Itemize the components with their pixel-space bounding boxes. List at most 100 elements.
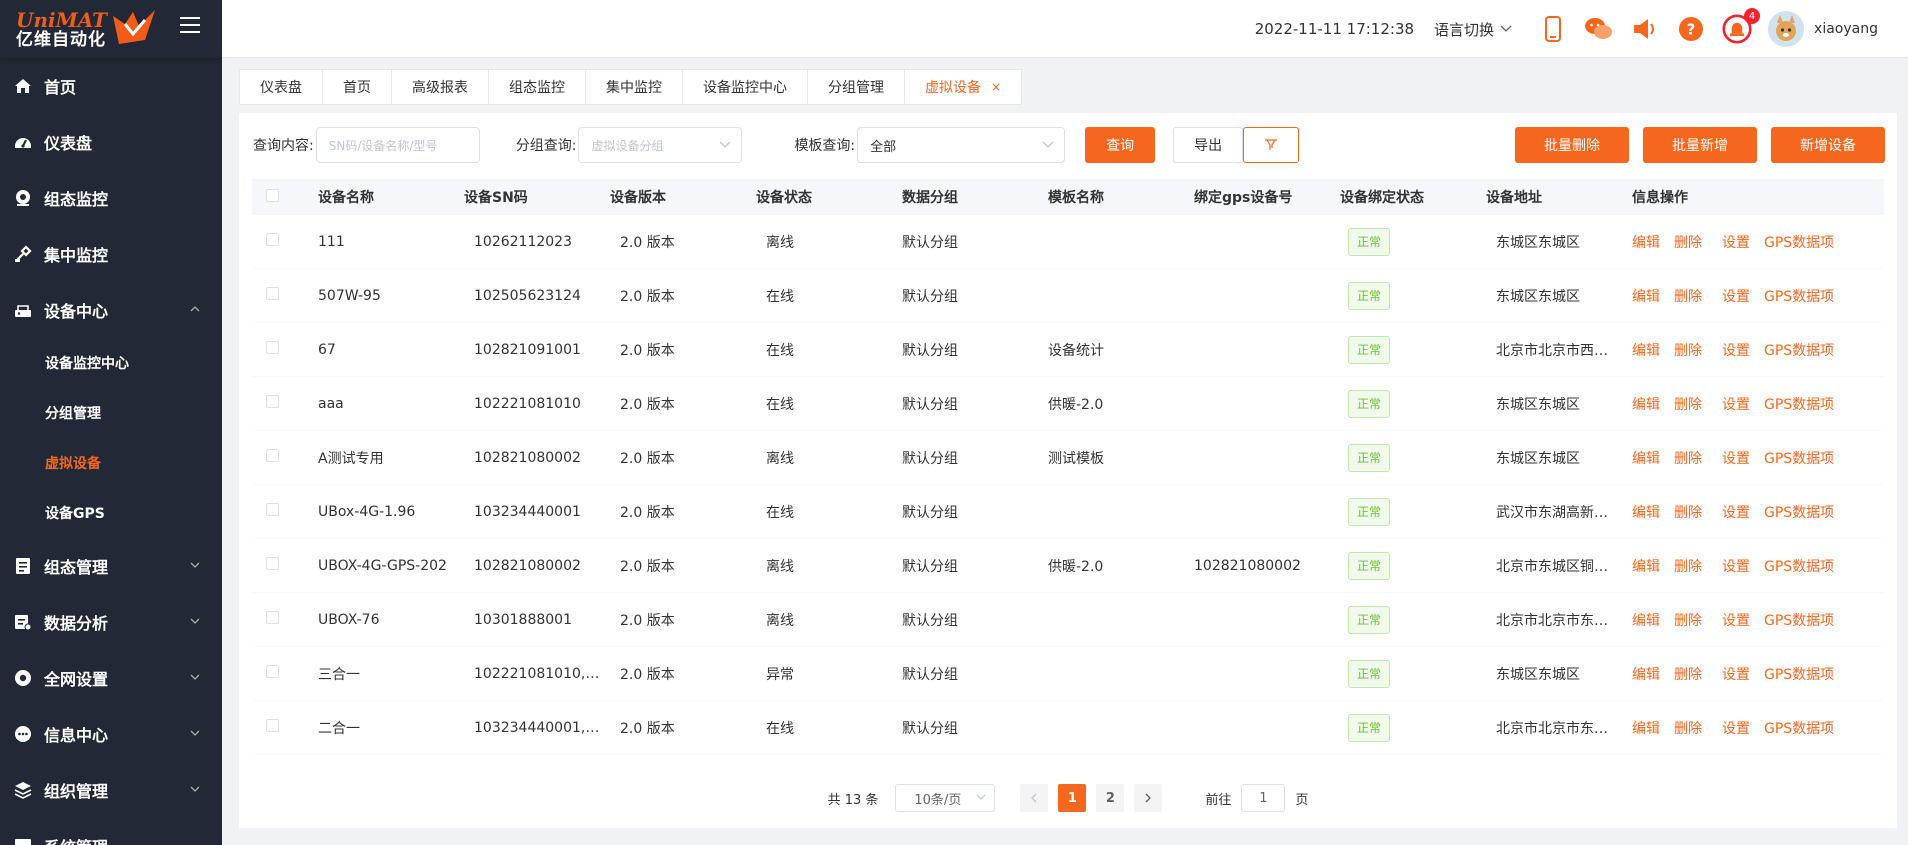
page-size-select[interactable]: 10条/页	[895, 784, 996, 812]
username[interactable]: xiaoyang	[1814, 21, 1878, 37]
edit-link[interactable]: 编辑	[1632, 340, 1660, 360]
row-checkbox[interactable]	[266, 233, 279, 246]
group-select[interactable]: 虚拟设备分组	[578, 127, 743, 163]
alarm-icon[interactable]: 4	[1722, 8, 1761, 44]
page-button-2[interactable]: 2	[1096, 784, 1125, 812]
settings-link[interactable]: 设置	[1722, 232, 1750, 252]
settings-link[interactable]: 设置	[1722, 610, 1750, 630]
sidebar-item-dashboard[interactable]: 仪表盘	[0, 114, 222, 170]
edit-link[interactable]: 编辑	[1632, 718, 1660, 738]
settings-link[interactable]: 设置	[1722, 502, 1750, 522]
gps-data-link[interactable]: GPS数据项	[1764, 232, 1834, 252]
row-checkbox[interactable]	[266, 557, 279, 570]
row-checkbox[interactable]	[266, 719, 279, 732]
edit-link[interactable]: 编辑	[1632, 286, 1660, 306]
gps-data-link[interactable]: GPS数据项	[1764, 664, 1834, 684]
language-switch[interactable]: 语言切换	[1434, 19, 1512, 40]
tab-advanced-report[interactable]: 高级报表	[392, 70, 489, 104]
sidebar-item-device-center[interactable]: 设备中心	[0, 282, 222, 338]
row-checkbox[interactable]	[266, 503, 279, 516]
menu-toggle-button[interactable]	[180, 17, 200, 33]
query-input[interactable]: SN码/设备名称/型号	[315, 127, 480, 163]
edit-link[interactable]: 编辑	[1632, 448, 1660, 468]
settings-link[interactable]: 设置	[1722, 286, 1750, 306]
sidebar-subitem-group-management[interactable]: 分组管理	[0, 388, 222, 438]
gps-data-link[interactable]: GPS数据项	[1764, 718, 1834, 738]
select-all-checkbox[interactable]	[266, 188, 279, 202]
sidebar-subitem-device-gps[interactable]: 设备GPS	[0, 488, 222, 538]
sidebar-item-message-center[interactable]: 信息中心	[0, 706, 222, 762]
tab-device-monitor-center[interactable]: 设备监控中心	[683, 70, 808, 104]
delete-link[interactable]: 删除	[1674, 556, 1702, 576]
wechat-icon[interactable]	[1584, 14, 1614, 44]
filter-button[interactable]	[1243, 127, 1300, 163]
tab-dashboard[interactable]: 仪表盘	[240, 70, 323, 104]
cell-group: 默认分组	[902, 234, 958, 251]
row-checkbox[interactable]	[266, 665, 279, 678]
sidebar-item-data-analysis[interactable]: 数据分析	[0, 594, 222, 650]
settings-link[interactable]: 设置	[1722, 718, 1750, 738]
delete-link[interactable]: 删除	[1674, 502, 1702, 522]
mobile-icon[interactable]	[1538, 14, 1568, 44]
edit-link[interactable]: 编辑	[1632, 232, 1660, 252]
delete-link[interactable]: 删除	[1674, 664, 1702, 684]
goto-page-input[interactable]: 1	[1241, 784, 1286, 812]
settings-link[interactable]: 设置	[1722, 448, 1750, 468]
gps-data-link[interactable]: GPS数据项	[1764, 286, 1834, 306]
row-checkbox[interactable]	[266, 611, 279, 624]
edit-link[interactable]: 编辑	[1632, 664, 1660, 684]
page-button-1[interactable]: 1	[1058, 784, 1087, 812]
sidebar-item-home[interactable]: 首页	[0, 58, 222, 114]
tab-group-management[interactable]: 分组管理	[808, 70, 905, 104]
next-page-button[interactable]	[1134, 784, 1163, 812]
gps-data-link[interactable]: GPS数据项	[1764, 610, 1834, 630]
add-device-button[interactable]: 新增设备	[1771, 127, 1885, 163]
row-checkbox[interactable]	[266, 449, 279, 462]
delete-link[interactable]: 删除	[1674, 340, 1702, 360]
settings-link[interactable]: 设置	[1722, 556, 1750, 576]
delete-link[interactable]: 删除	[1674, 718, 1702, 738]
gps-data-link[interactable]: GPS数据项	[1764, 448, 1834, 468]
settings-link[interactable]: 设置	[1722, 664, 1750, 684]
delete-link[interactable]: 删除	[1674, 448, 1702, 468]
edit-link[interactable]: 编辑	[1632, 394, 1660, 414]
tab-home[interactable]: 首页	[323, 70, 392, 104]
search-button[interactable]: 查询	[1085, 127, 1156, 163]
tab-virtual-device[interactable]: 虚拟设备 ×	[905, 70, 1021, 104]
prev-page-button[interactable]	[1020, 784, 1049, 812]
sidebar-subitem-device-monitor-center[interactable]: 设备监控中心	[0, 338, 222, 388]
gps-data-link[interactable]: GPS数据项	[1764, 556, 1834, 576]
edit-link[interactable]: 编辑	[1632, 556, 1660, 576]
settings-link[interactable]: 设置	[1722, 340, 1750, 360]
tab-central-monitor[interactable]: 集中监控	[586, 70, 683, 104]
sidebar-item-config-monitor[interactable]: 组态监控	[0, 170, 222, 226]
tab-config-monitor[interactable]: 组态监控	[489, 70, 586, 104]
batch-delete-button[interactable]: 批量删除	[1515, 127, 1629, 163]
sidebar-item-org-management[interactable]: 组织管理	[0, 762, 222, 818]
gps-data-link[interactable]: GPS数据项	[1764, 502, 1834, 522]
template-select[interactable]: 全部	[857, 127, 1066, 163]
delete-link[interactable]: 删除	[1674, 232, 1702, 252]
sidebar-item-network-settings[interactable]: 全网设置	[0, 650, 222, 706]
edit-link[interactable]: 编辑	[1632, 502, 1660, 522]
delete-link[interactable]: 删除	[1674, 610, 1702, 630]
batch-add-button[interactable]: 批量新增	[1643, 127, 1757, 163]
row-checkbox[interactable]	[266, 395, 279, 408]
row-checkbox[interactable]	[266, 341, 279, 354]
sidebar-subitem-virtual-device[interactable]: 虚拟设备	[0, 438, 222, 488]
gps-data-link[interactable]: GPS数据项	[1764, 394, 1834, 414]
sidebar-item-system-management[interactable]: 系统管理	[0, 818, 222, 845]
close-icon[interactable]: ×	[991, 80, 1001, 94]
gps-data-link[interactable]: GPS数据项	[1764, 340, 1834, 360]
settings-link[interactable]: 设置	[1722, 394, 1750, 414]
avatar[interactable]	[1768, 11, 1805, 47]
speaker-icon[interactable]	[1630, 14, 1660, 44]
row-checkbox[interactable]	[266, 287, 279, 300]
edit-link[interactable]: 编辑	[1632, 610, 1660, 630]
delete-link[interactable]: 删除	[1674, 286, 1702, 306]
sidebar-item-config-management[interactable]: 组态管理	[0, 538, 222, 594]
help-icon[interactable]: ?	[1676, 14, 1706, 44]
sidebar-item-central-monitor[interactable]: 集中监控	[0, 226, 222, 282]
delete-link[interactable]: 删除	[1674, 394, 1702, 414]
export-button[interactable]: 导出	[1173, 127, 1244, 163]
